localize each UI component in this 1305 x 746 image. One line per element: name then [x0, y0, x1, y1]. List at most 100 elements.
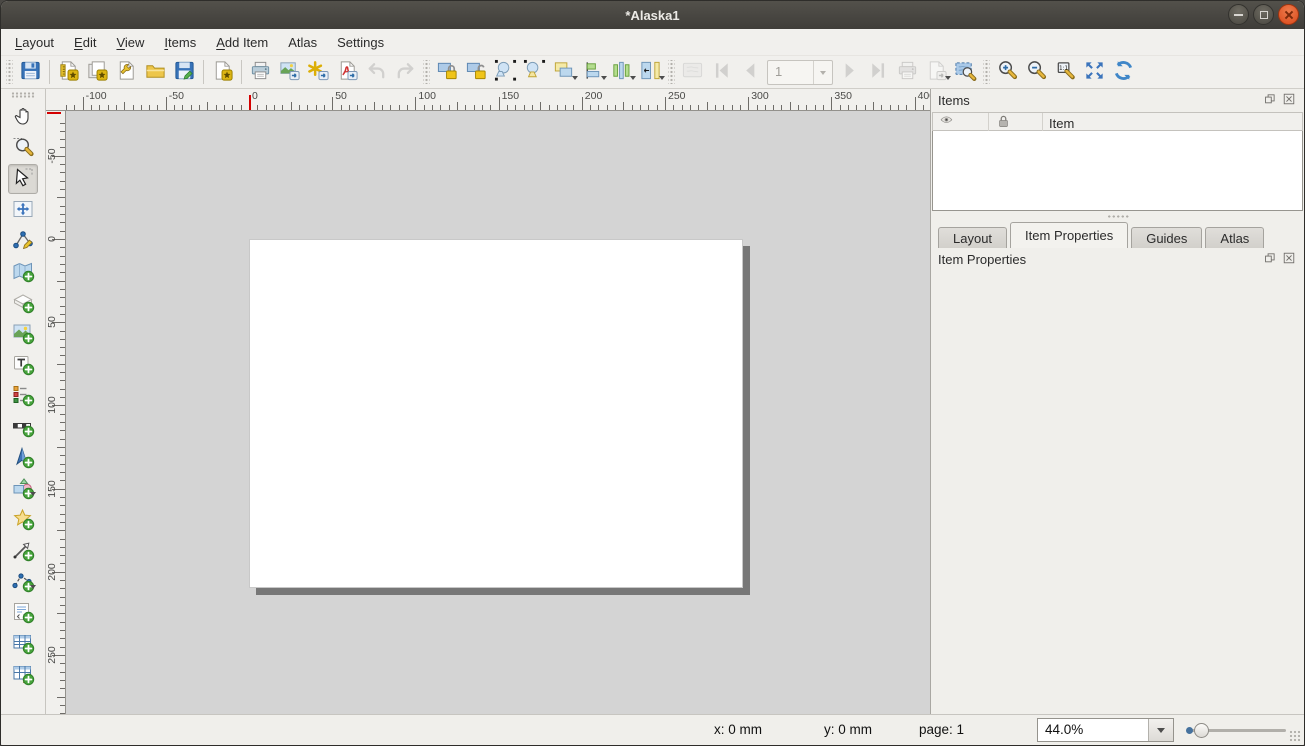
menu-layout[interactable]: Layout [5, 31, 64, 54]
zoom-full-button[interactable] [1080, 58, 1109, 87]
duplicate-layout-button[interactable] [83, 58, 112, 87]
add-html-tool[interactable] [8, 598, 38, 628]
raise-selected-items-button[interactable] [549, 58, 578, 87]
ruler-tick [815, 105, 816, 110]
minimize-button[interactable] [1228, 4, 1249, 25]
layout-page[interactable] [249, 239, 743, 588]
add-picture-tool[interactable] [8, 319, 38, 349]
add-north-arrow-tool[interactable] [8, 443, 38, 473]
ruler-tick [565, 105, 566, 110]
ruler-tick [324, 105, 325, 110]
zoom-combo-dropdown-icon[interactable] [1148, 719, 1173, 741]
edit-nodes-item-icon [11, 228, 35, 255]
move-item-content-tool[interactable] [8, 195, 38, 225]
add-legend-icon [11, 383, 35, 410]
ungroup-items-button[interactable] [520, 58, 549, 87]
save-as-template-button[interactable] [170, 58, 199, 87]
save-project-button[interactable] [16, 58, 45, 87]
zoom-actual-size-button[interactable]: 1:1 [1051, 58, 1080, 87]
ruler-tick [60, 630, 65, 631]
zoom-in-button[interactable] [993, 58, 1022, 87]
layout-manager-button[interactable] [112, 58, 141, 87]
ruler-tick [57, 197, 65, 198]
toolbar-drag-handle[interactable] [423, 60, 430, 84]
items-list[interactable] [932, 131, 1303, 211]
export-as-image-button[interactable] [275, 58, 304, 87]
zoom-out-button[interactable] [1022, 58, 1051, 87]
ruler-tick [415, 97, 416, 110]
item-properties-close-button[interactable] [1281, 252, 1297, 267]
menu-items[interactable]: Items [154, 31, 206, 54]
toolbar-drag-handle[interactable] [668, 60, 675, 84]
pan-layout-tool[interactable] [8, 102, 38, 132]
ruler-tick [224, 105, 225, 110]
add-legend-tool[interactable] [8, 381, 38, 411]
add-arrow-tool[interactable] [8, 536, 38, 566]
resize-selected-items-button[interactable] [636, 58, 665, 87]
zoom-slider-handle[interactable] [1194, 723, 1209, 738]
zoom-slider[interactable] [1189, 729, 1286, 732]
add-fixed-table-tool[interactable] [8, 660, 38, 690]
print-layout-icon [249, 59, 272, 85]
maximize-button[interactable] [1253, 4, 1274, 25]
menu-edit[interactable]: Edit [64, 31, 106, 54]
add-marker-tool[interactable] [8, 505, 38, 535]
items-panel-close-button[interactable] [1281, 93, 1297, 108]
menu-view[interactable]: View [106, 31, 154, 54]
ruler-tick [60, 131, 65, 132]
new-layout-button[interactable] [54, 58, 83, 87]
zoom-tool-tool[interactable] [8, 133, 38, 163]
add-3d-map-tool[interactable] [8, 288, 38, 318]
menu-atlas[interactable]: Atlas [278, 31, 327, 54]
atlas-settings-button[interactable] [951, 58, 980, 87]
toolbar-drag-handle[interactable] [983, 60, 990, 84]
resize-grip[interactable] [1289, 730, 1301, 742]
previous-feature-icon [739, 59, 762, 85]
panel-splitter[interactable] [931, 211, 1304, 222]
menu-settings[interactable]: Settings [327, 31, 394, 54]
refresh-view-button[interactable] [1109, 58, 1138, 87]
ruler-tick [407, 105, 408, 110]
items-panel-float-button[interactable] [1262, 93, 1278, 108]
add-scale-bar-tool[interactable] [8, 412, 38, 442]
add-map-tool[interactable] [8, 257, 38, 287]
ruler-tick [60, 422, 65, 423]
select-move-item-tool[interactable] [8, 164, 38, 194]
add-label-tool[interactable] [8, 350, 38, 380]
toolbar-drag-handle[interactable] [6, 60, 13, 84]
titlebar[interactable]: *Alaska1 [1, 1, 1304, 29]
tab-layout[interactable]: Layout [938, 227, 1007, 248]
add-attribute-table-tool[interactable] [8, 629, 38, 659]
layout-canvas[interactable] [66, 111, 930, 714]
add-shape-tool[interactable] [8, 474, 38, 504]
zoom-level-combobox[interactable]: 44.0% [1037, 718, 1174, 742]
export-as-svg-button[interactable] [304, 58, 333, 87]
ruler-tick [707, 102, 708, 110]
add-label-icon [11, 352, 35, 379]
ruler-tick [60, 139, 65, 140]
ruler-tick [449, 105, 450, 110]
add-node-item-tool[interactable] [8, 567, 38, 597]
unlock-all-items-button[interactable] [462, 58, 491, 87]
export-as-pdf-button[interactable] [333, 58, 362, 87]
menu-add-item[interactable]: Add Item [206, 31, 278, 54]
tab-atlas[interactable]: Atlas [1205, 227, 1264, 248]
align-selected-items-button[interactable] [578, 58, 607, 87]
close-button[interactable] [1278, 4, 1299, 25]
ruler-tick [390, 105, 391, 110]
group-items-button[interactable] [491, 58, 520, 87]
toolbox-drag-handle[interactable] [11, 92, 35, 98]
ruler-tick [60, 555, 65, 556]
ruler-tick [60, 588, 65, 589]
lock-selected-items-button[interactable] [433, 58, 462, 87]
distribute-selected-items-button[interactable] [607, 58, 636, 87]
add-pages-button[interactable] [208, 58, 237, 87]
tab-guides[interactable]: Guides [1131, 227, 1202, 248]
add-items-from-template-button[interactable] [141, 58, 170, 87]
item-properties-float-button[interactable] [1262, 252, 1278, 267]
horizontal-ruler: -100-50050100150200250300350400 [46, 89, 930, 111]
print-layout-button[interactable] [246, 58, 275, 87]
edit-nodes-item-tool[interactable] [8, 226, 38, 256]
tab-item-properties[interactable]: Item Properties [1010, 222, 1128, 248]
duplicate-layout-icon [86, 59, 109, 85]
